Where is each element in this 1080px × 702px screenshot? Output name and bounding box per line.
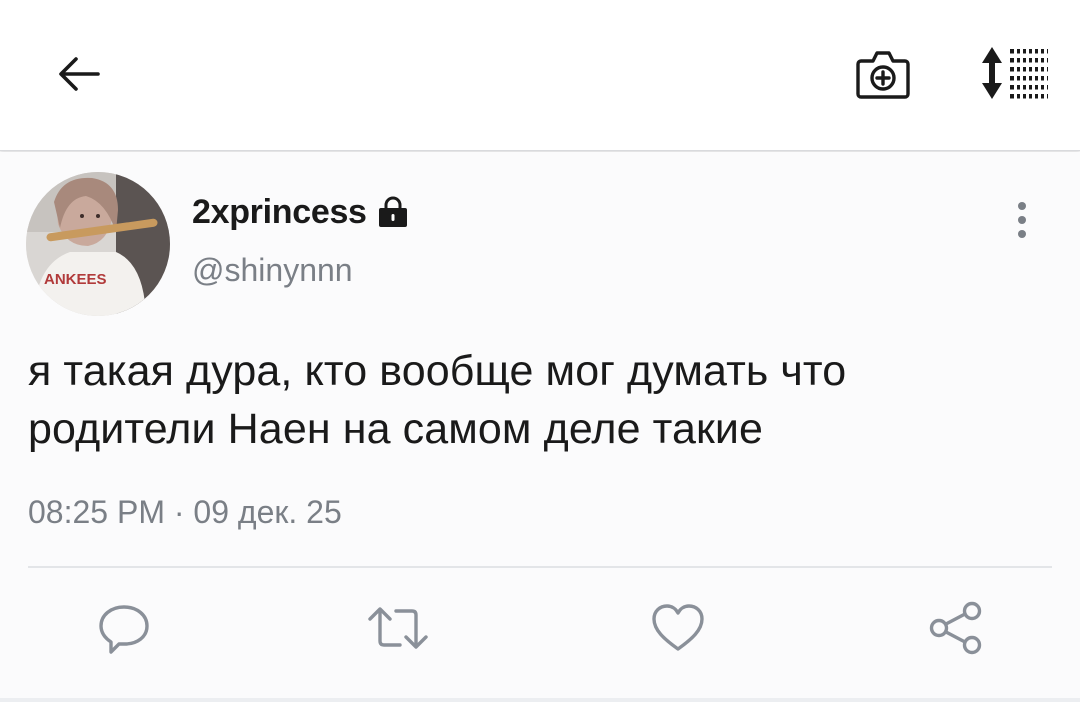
heart-icon bbox=[652, 604, 704, 651]
sort-button[interactable] bbox=[976, 44, 1052, 102]
camera-plus-icon bbox=[856, 51, 910, 99]
reply-button[interactable] bbox=[92, 596, 156, 660]
tweet-text: я такая дура, кто вообще мог думать что … bbox=[28, 342, 1038, 458]
avatar[interactable]: ANKEES bbox=[26, 172, 170, 316]
share-icon bbox=[929, 601, 982, 655]
tweet-text-line: я такая дура, кто вообще мог думать что bbox=[28, 347, 847, 395]
tweet-text-line: родители Наен на самом деле такие bbox=[28, 405, 764, 453]
tweet-detail-screen: ANKEES 2xprincess @shinynnn я такая дура… bbox=[0, 0, 1080, 702]
username[interactable]: @shinynnn bbox=[192, 252, 353, 289]
timestamp: 08:25 PM · 09 дек. 25 bbox=[28, 494, 342, 530]
display-name[interactable]: 2xprincess bbox=[192, 193, 367, 232]
share-button[interactable] bbox=[924, 596, 988, 660]
display-name-row: 2xprincess bbox=[192, 190, 411, 234]
reply-bubble-icon bbox=[99, 605, 149, 654]
back-button[interactable] bbox=[52, 48, 104, 100]
more-options-button[interactable] bbox=[1000, 198, 1044, 242]
more-vertical-icon bbox=[1018, 202, 1026, 238]
avatar-photo: ANKEES bbox=[26, 172, 170, 316]
like-button[interactable] bbox=[646, 596, 710, 660]
tweet-actions bbox=[0, 596, 1080, 666]
bottom-divider bbox=[0, 698, 1080, 702]
sort-list-icon bbox=[982, 47, 1048, 99]
retweet-button[interactable] bbox=[366, 596, 430, 660]
camera-button[interactable] bbox=[852, 42, 914, 104]
arrow-left-icon bbox=[59, 57, 100, 91]
lock-icon bbox=[375, 194, 411, 230]
svg-text:ANKEES: ANKEES bbox=[44, 271, 107, 288]
top-app-bar bbox=[0, 0, 1080, 151]
retweet-icon bbox=[368, 607, 428, 649]
tweet-card: ANKEES 2xprincess @shinynnn я такая дура… bbox=[0, 152, 1080, 702]
divider bbox=[28, 566, 1052, 568]
